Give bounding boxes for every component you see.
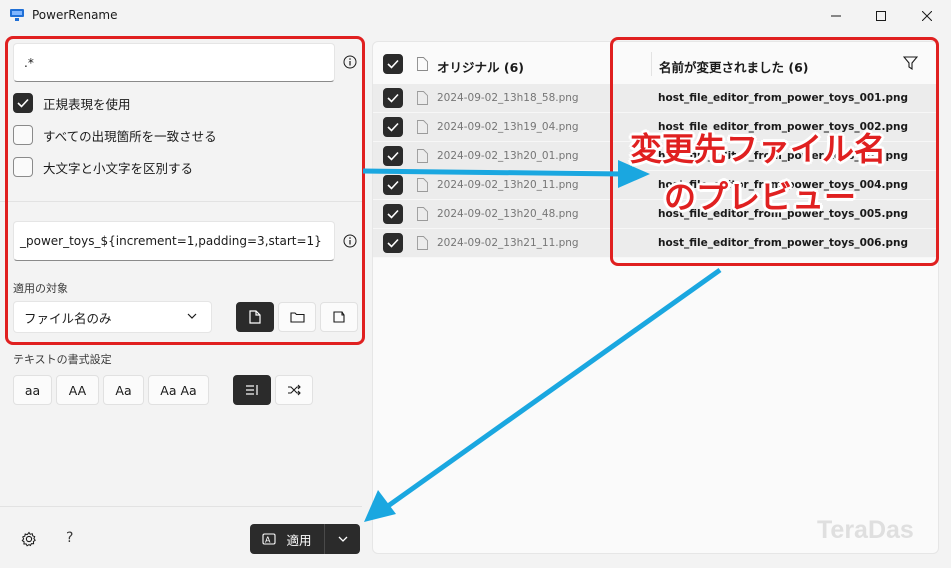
apply-button[interactable]: A 適用	[250, 524, 360, 554]
original-filename: 2024-09-02_13h20_48.png	[437, 208, 579, 220]
capitalize-each-word-label: Aa Aa	[160, 382, 197, 398]
enumerate-items-toggle[interactable]	[233, 375, 271, 405]
original-filename: 2024-09-02_13h20_01.png	[437, 150, 579, 162]
row-checkbox[interactable]	[383, 117, 403, 137]
apply-main-button[interactable]: A 適用	[250, 524, 324, 554]
watermark-logo: TeraDas	[817, 516, 914, 544]
file-icon	[417, 149, 428, 163]
text-format-label: テキストの書式設定	[13, 353, 112, 366]
row-checkbox[interactable]	[383, 233, 403, 253]
file-icon	[417, 120, 428, 134]
maximize-button[interactable]	[858, 0, 904, 32]
row-checkbox[interactable]	[383, 88, 403, 108]
rename-icon: A	[262, 533, 277, 545]
titlecase-label: Aa	[115, 382, 132, 398]
row-checkbox[interactable]	[383, 146, 403, 166]
preview-annotation-line2: のプレビュー	[664, 178, 857, 216]
select-all-checkbox[interactable]	[383, 54, 403, 74]
powerrename-app-icon	[10, 9, 24, 21]
original-filename: 2024-09-02_13h18_58.png	[437, 92, 579, 104]
shuffle-icon	[288, 384, 301, 396]
footer-divider	[0, 506, 362, 507]
capitalize-each-word-button[interactable]: Aa Aa	[148, 375, 209, 405]
file-icon	[417, 178, 428, 192]
original-filename: 2024-09-02_13h19_04.png	[437, 121, 579, 133]
preview-annotation-line1: 変更先ファイル名	[630, 130, 887, 168]
file-icon	[417, 207, 428, 221]
row-checkbox[interactable]	[383, 175, 403, 195]
original-filename: 2024-09-02_13h21_11.png	[437, 237, 579, 249]
close-icon	[922, 11, 932, 21]
enumerate-list-icon	[246, 385, 258, 395]
svg-text:A: A	[265, 536, 271, 545]
file-icon	[417, 91, 428, 105]
settings-panel: .* 正規表現を使用 すべての出現箇所を一致させる 大文字と小文字を区別する _…	[0, 32, 365, 568]
input-settings-highlight-frame	[5, 36, 365, 345]
uppercase-button[interactable]: AA	[56, 375, 99, 405]
close-button[interactable]	[904, 0, 950, 32]
gear-icon[interactable]	[21, 531, 37, 547]
maximize-icon	[876, 11, 886, 21]
uppercase-label: AA	[68, 382, 87, 398]
file-icon	[417, 57, 428, 71]
randomize-toggle[interactable]	[275, 375, 313, 405]
lowercase-button[interactable]: aa	[13, 375, 52, 405]
original-filename: 2024-09-02_13h20_11.png	[437, 179, 579, 191]
apply-dropdown-button[interactable]	[325, 524, 360, 554]
help-icon[interactable]: ?	[66, 530, 73, 546]
title-bar: PowerRename	[0, 0, 951, 32]
row-checkbox[interactable]	[383, 204, 403, 224]
lowercase-label: aa	[24, 382, 41, 398]
chevron-down-icon	[338, 536, 347, 542]
apply-label: 適用	[286, 532, 312, 548]
minimize-icon	[831, 15, 841, 17]
titlecase-button[interactable]: Aa	[103, 375, 144, 405]
original-column-header: オリジナル (6)	[437, 60, 524, 75]
window-title: PowerRename	[32, 8, 118, 22]
minimize-button[interactable]	[813, 0, 859, 32]
file-icon	[417, 236, 428, 250]
